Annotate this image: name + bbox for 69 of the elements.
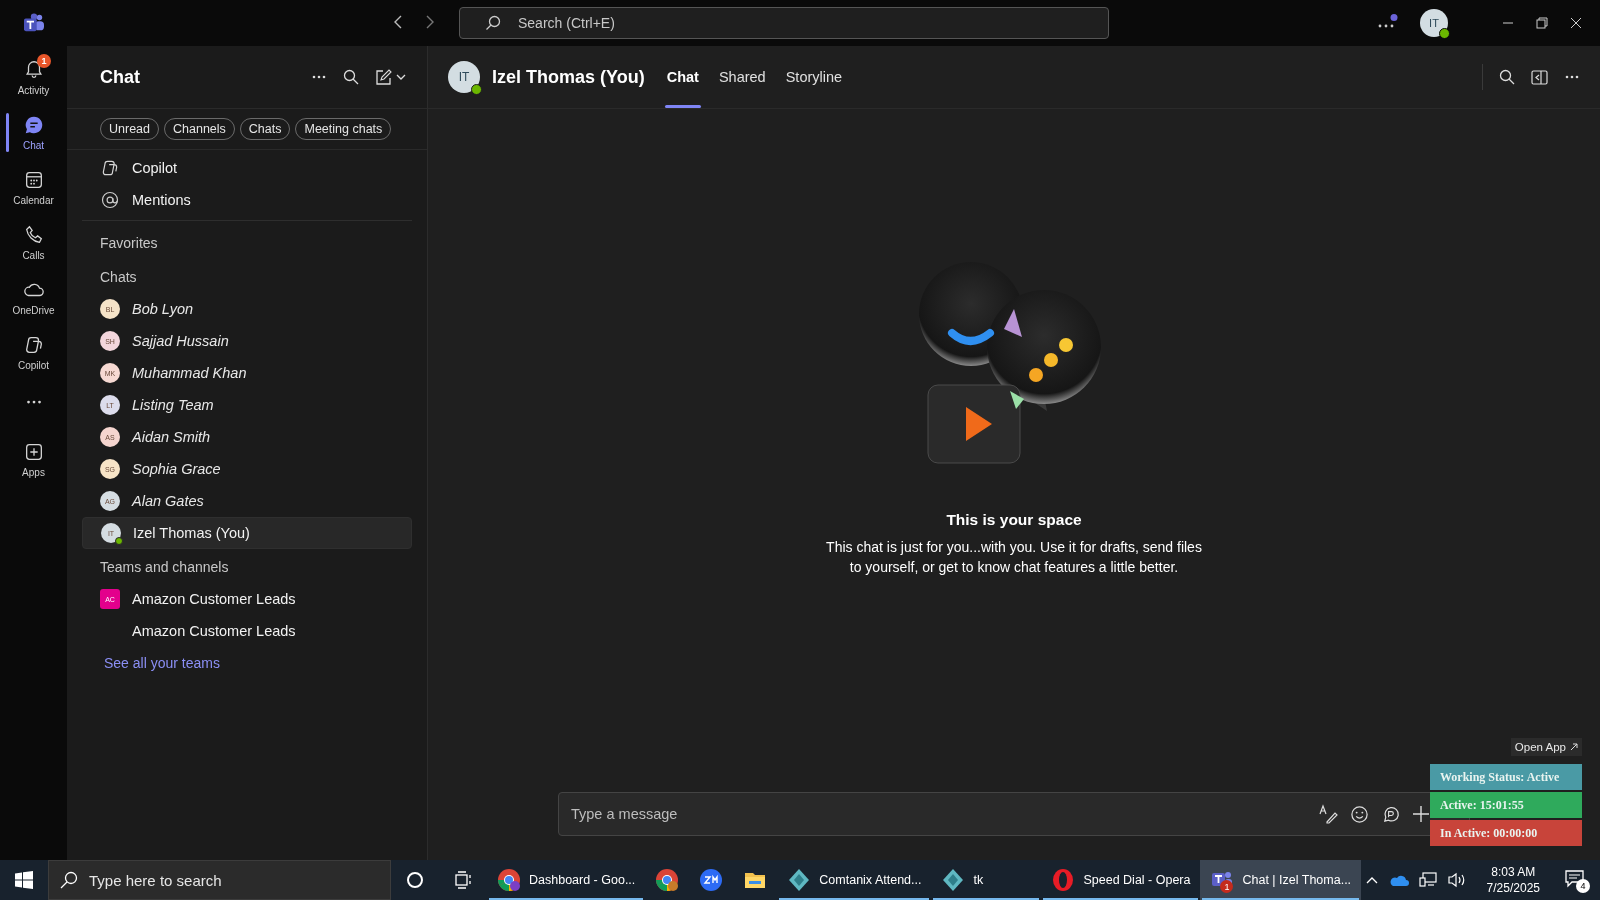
diamond-icon xyxy=(787,868,812,892)
volume-icon[interactable] xyxy=(1446,872,1467,888)
empty-state-title: This is your space xyxy=(946,511,1082,529)
status-bar: In Active: 00:00:00 xyxy=(1430,820,1582,846)
network-icon[interactable] xyxy=(1418,872,1437,888)
notification-badge: 1 xyxy=(37,54,51,68)
pinned-item[interactable]: Mentions xyxy=(82,184,412,216)
rail-item[interactable]: Chat xyxy=(0,105,67,160)
opera-icon xyxy=(1051,868,1076,892)
rail-item[interactable]: Apps xyxy=(0,432,67,487)
taskbar-app[interactable]: 1 Chat | Izel Thoma... xyxy=(1200,860,1362,900)
copilot-icon xyxy=(100,158,120,178)
task-view-icon[interactable] xyxy=(453,871,473,889)
taskbar-app[interactable]: Speed Dial - Opera xyxy=(1041,860,1201,900)
contact-avatar: IT xyxy=(448,61,480,93)
close-icon[interactable] xyxy=(1570,17,1582,29)
pinned-item[interactable]: Copilot xyxy=(82,152,412,184)
taskbar-app[interactable]: tk xyxy=(931,860,1042,900)
add-icon[interactable] xyxy=(1412,805,1430,823)
search-icon xyxy=(60,871,78,889)
sidebar-title: Chat xyxy=(100,66,141,88)
diamond-icon xyxy=(941,868,966,892)
profile-avatar[interactable]: IT xyxy=(1420,9,1448,37)
rail-item[interactable]: Calls xyxy=(0,215,67,270)
search-icon[interactable] xyxy=(343,69,359,85)
search-icon[interactable] xyxy=(1499,69,1515,85)
status-bar: Working Status: Active xyxy=(1430,764,1582,790)
chrome-icon xyxy=(655,868,680,892)
windows-logo-icon[interactable] xyxy=(15,871,33,889)
open-app-button[interactable]: Open App xyxy=(1510,738,1582,756)
rail-item[interactable]: Activity 1 xyxy=(0,50,67,105)
back-icon[interactable] xyxy=(394,14,402,29)
see-all-teams-link[interactable]: See all your teams xyxy=(82,647,242,679)
empty-state-text: This chat is just for you...with you. Use it for drafts, send files to yourself, or get to know chat features a little better. xyxy=(825,538,1203,577)
at-sign-icon xyxy=(100,190,120,210)
external-link-icon xyxy=(1570,743,1578,751)
rail-item[interactable]: OneDrive xyxy=(0,270,67,325)
restore-icon[interactable] xyxy=(1536,17,1548,29)
cloud-icon[interactable] xyxy=(1388,873,1409,887)
notification-badge: 1 xyxy=(1220,880,1234,893)
channel-item[interactable]: Amazon Customer Leads xyxy=(82,615,412,647)
section-header: Teams and channels xyxy=(99,558,230,577)
chat-title: Izel Thomas (You) xyxy=(492,66,645,88)
forward-icon[interactable] xyxy=(426,14,434,29)
side-panel-icon[interactable] xyxy=(1531,69,1548,85)
chat-tab[interactable]: Storyline xyxy=(775,46,853,108)
taskbar-app[interactable]: Dashboard - Goo... xyxy=(487,860,646,900)
chrome-icon xyxy=(497,868,521,892)
zoom-icon xyxy=(699,868,724,892)
chat-tab[interactable]: Chat xyxy=(656,46,709,108)
clock[interactable]: 8:03 AM 7/25/2025 xyxy=(1486,864,1540,896)
circle-icon[interactable] xyxy=(406,871,424,889)
section-header: Favorites xyxy=(99,234,159,253)
format-icon[interactable] xyxy=(1318,804,1338,824)
rail-item[interactable]: Copilot xyxy=(0,325,67,380)
message-icon xyxy=(1564,868,1586,889)
section-header: Chats xyxy=(99,268,138,287)
taskbar-app[interactable]: Comtanix Attend... xyxy=(777,860,932,900)
taskbar-search-field[interactable]: Type here to search xyxy=(48,860,391,900)
search-icon xyxy=(485,15,501,31)
loop-icon[interactable] xyxy=(1381,804,1400,824)
status-bar: Active: 15:01:55 xyxy=(1430,792,1582,818)
emoji-icon[interactable] xyxy=(1350,804,1369,824)
chat-tab[interactable]: Shared xyxy=(708,46,776,108)
notification-center-button[interactable]: 4 xyxy=(1560,865,1590,895)
new-chat-icon[interactable] xyxy=(375,69,407,85)
teams-logo-icon xyxy=(22,13,45,33)
rail-item[interactable]: Calendar xyxy=(0,160,67,215)
search-field[interactable]: Search (Ctrl+E) xyxy=(459,7,1109,39)
